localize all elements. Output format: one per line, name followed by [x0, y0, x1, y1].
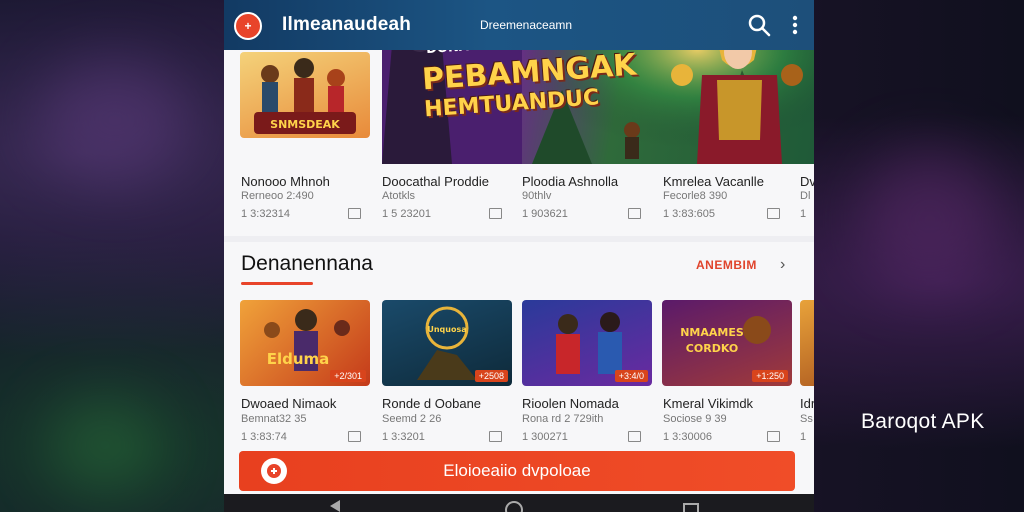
- app-card-size: 1: [800, 208, 807, 220]
- download-icon[interactable]: [489, 431, 502, 442]
- section-underline: [241, 282, 313, 285]
- see-all-link[interactable]: ANEMBIM: [696, 258, 757, 272]
- svg-text:SNMSDEAK: SNMSDEAK: [270, 118, 340, 131]
- app-subtitle: Dreemenaceamn: [480, 18, 573, 32]
- app-card[interactable]: +3:4/0: [522, 300, 652, 386]
- app-card-size: 1 3:3201: [382, 431, 425, 443]
- price-badge: +2508: [474, 370, 508, 382]
- thumbnail-text: Unquosa: [427, 325, 466, 334]
- section-title: Denanennana: [241, 252, 373, 275]
- app-thumbnail: SNMSDEAK: [240, 52, 370, 138]
- app-card-developer: Sociose 9 39: [663, 413, 727, 425]
- app-card-size: 1: [800, 431, 807, 443]
- app-card[interactable]: Unquosa +2508: [382, 300, 512, 386]
- thumbnail-text: CORDKO: [686, 342, 738, 355]
- download-button[interactable]: Eloioeaiio dvpoloae: [239, 451, 795, 491]
- app-card[interactable]: Elduma +2/301: [240, 300, 370, 386]
- app-card-developer: Ss: [800, 413, 813, 425]
- app-card-title: Dwoaed Nimaok: [241, 396, 337, 411]
- app-card-title: Kmeral Vikimdk: [663, 396, 754, 411]
- app-card-developer: Dl: [800, 190, 811, 202]
- download-icon[interactable]: [628, 208, 641, 219]
- app-card-size: 1 903621: [522, 208, 568, 220]
- app-card[interactable]: SNMSDEAK: [240, 52, 370, 138]
- background-glow-right: [860, 150, 1000, 290]
- download-icon[interactable]: [767, 208, 780, 219]
- app-card-developer: 90thlv: [522, 190, 552, 202]
- app-thumbnail: +3:4/0: [522, 300, 652, 386]
- app-card-developer: Atotkls: [382, 190, 416, 202]
- app-card-title: Idr: [800, 396, 814, 411]
- background-glow-left: [40, 60, 190, 180]
- app-card-title: Dv: [800, 174, 814, 189]
- background-glow-bottom: [50, 400, 160, 490]
- app-card[interactable]: [800, 300, 814, 386]
- app-logo-icon[interactable]: +: [234, 12, 262, 40]
- download-app-icon: [261, 458, 287, 484]
- app-card-developer: Rerneoo 2:490: [241, 190, 314, 202]
- app-card-developer: Rona rd 2 729ith: [522, 413, 604, 425]
- overflow-menu-icon[interactable]: [782, 12, 808, 38]
- thumbnail-text: Elduma: [267, 350, 330, 368]
- system-nav-bar: [224, 494, 814, 512]
- app-thumbnail: NMAAMES CORDKO +1:250: [662, 300, 792, 386]
- app-card-developer: Seemd 2 26: [382, 413, 442, 425]
- download-button-label: Eloioeaiio dvpoloae: [443, 461, 591, 480]
- app-thumbnail: Elduma +2/301: [240, 300, 370, 386]
- phone-screen: DONAKE PEBAMNGAK HEMTUANDUC + Ilmeanaude…: [224, 0, 814, 512]
- download-icon[interactable]: [348, 208, 361, 219]
- app-thumbnail: Unquosa +2508: [382, 300, 512, 386]
- brand-watermark: Baroqot APK: [861, 410, 985, 433]
- app-thumbnail: [800, 300, 814, 386]
- app-card[interactable]: NMAAMES CORDKO +1:250: [662, 300, 792, 386]
- nav-recents-icon[interactable]: [683, 503, 699, 512]
- price-badge: +1:250: [752, 370, 788, 382]
- app-card-title: Ronde d Oobane: [382, 396, 482, 411]
- app-title: Ilmeanaudeah: [282, 14, 412, 35]
- price-badge: +3:4/0: [614, 370, 648, 382]
- app-card-title: Ploodia Ashnolla: [522, 174, 619, 189]
- app-card-title: Kmrelea Vacanlle: [663, 174, 764, 189]
- app-card-size: 1 3:83:605: [663, 208, 715, 220]
- section-divider: [224, 236, 814, 242]
- app-card-title: Doocathal Proddie: [382, 174, 489, 189]
- app-card-developer: Fecorle8 390: [663, 190, 728, 202]
- download-icon[interactable]: [628, 431, 641, 442]
- download-icon[interactable]: [348, 431, 361, 442]
- chevron-right-icon[interactable]: ›: [780, 256, 785, 274]
- price-badge: +2/301: [330, 370, 366, 382]
- nav-home-icon[interactable]: [505, 501, 523, 512]
- search-icon[interactable]: [746, 12, 772, 38]
- nav-back-icon[interactable]: [330, 500, 340, 512]
- app-card-size: 1 300271: [522, 431, 568, 443]
- app-card-title: Nonooo Mhnoh: [241, 174, 330, 189]
- download-icon[interactable]: [767, 431, 780, 442]
- app-card-size: 1 3:32314: [241, 208, 290, 220]
- app-card-size: 1 5 23201: [382, 208, 431, 220]
- app-card-size: 1 3:83:74: [241, 431, 287, 443]
- download-icon[interactable]: [489, 208, 502, 219]
- thumbnail-text: NMAAMES: [680, 326, 744, 339]
- app-card-title: Rioolen Nomada: [522, 396, 619, 411]
- app-card-size: 1 3:30006: [663, 431, 712, 443]
- app-card-developer: Bemnat32 35: [241, 413, 307, 425]
